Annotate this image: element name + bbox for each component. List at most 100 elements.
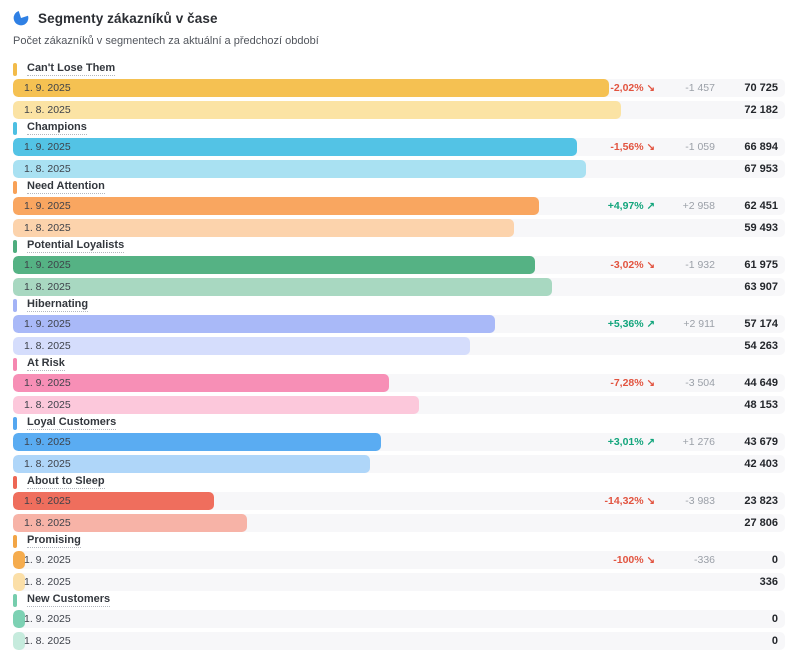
value-current: 66 894 xyxy=(744,141,778,153)
bar-row-current[interactable]: 1. 9. 2025 +5,36% ↗ +2 911 57 174 xyxy=(13,315,785,333)
value-previous: 27 806 xyxy=(744,517,778,529)
row-metrics: 54 263 xyxy=(559,337,785,355)
bar-date-label-current: 1. 9. 2025 xyxy=(24,377,71,389)
row-metrics: -2,02% ↘ -1 457 70 725 xyxy=(559,79,785,97)
bar-row-current[interactable]: 1. 9. 2025 -100% ↘ -336 0 xyxy=(13,551,785,569)
row-metrics: 48 153 xyxy=(559,396,785,414)
segment-name[interactable]: Loyal Customers xyxy=(27,416,117,430)
change-percent: -2,02% ↘ xyxy=(610,82,655,94)
change-percent: -1,56% ↘ xyxy=(610,141,655,153)
segment-name[interactable]: New Customers xyxy=(27,593,111,607)
segment-color-pill xyxy=(13,298,17,312)
segment-block: At Risk 1. 9. 2025 -7,28% ↘ -3 504 44 649… xyxy=(13,357,785,414)
bar-current xyxy=(13,551,25,569)
value-previous: 48 153 xyxy=(744,399,778,411)
value-previous: 42 403 xyxy=(744,458,778,470)
segment-color-pill xyxy=(13,593,17,607)
value-current: 43 679 xyxy=(744,436,778,448)
bar-date-label-previous: 1. 8. 2025 xyxy=(24,104,71,116)
row-metrics: 0 xyxy=(559,610,785,628)
bar-row-current[interactable]: 1. 9. 2025 +3,01% ↗ +1 276 43 679 xyxy=(13,433,785,451)
segment-block: New Customers 1. 9. 2025 0 1. 8. 2025 0 xyxy=(13,593,785,650)
bar-date-label-previous: 1. 8. 2025 xyxy=(24,399,71,411)
segment-header: Potential Loyalists xyxy=(13,239,785,253)
change-absolute: +2 958 xyxy=(682,200,715,212)
bar-previous xyxy=(13,337,471,355)
change-percent: +4,97% ↗ xyxy=(607,200,655,212)
change-percent: +3,01% ↗ xyxy=(607,436,655,448)
segment-block: Promising 1. 9. 2025 -100% ↘ -336 0 1. 8.… xyxy=(13,534,785,591)
row-metrics: -100% ↘ -336 0 xyxy=(559,551,785,569)
value-previous: 54 263 xyxy=(744,340,778,352)
segment-header: Champions xyxy=(13,121,785,135)
bar-row-current[interactable]: 1. 9. 2025 -2,02% ↘ -1 457 70 725 xyxy=(13,79,785,97)
segments-card: Segmenty zákazníků v čase Počet zákazník… xyxy=(0,0,800,650)
bar-row-previous[interactable]: 1. 8. 2025 63 907 xyxy=(13,278,785,296)
bar-row-previous[interactable]: 1. 8. 2025 59 493 xyxy=(13,219,785,237)
value-current: 70 725 xyxy=(744,82,778,94)
segment-name[interactable]: Potential Loyalists xyxy=(27,239,125,253)
bar-row-previous[interactable]: 1. 8. 2025 336 xyxy=(13,573,785,591)
bar-previous xyxy=(13,396,419,414)
bar-current xyxy=(13,315,495,333)
value-previous: 0 xyxy=(771,635,778,647)
bar-date-label-previous: 1. 8. 2025 xyxy=(24,635,71,647)
segment-name[interactable]: At Risk xyxy=(27,357,65,371)
segment-header: About to Sleep xyxy=(13,475,785,489)
segment-header: Loyal Customers xyxy=(13,416,785,430)
row-metrics: 0 xyxy=(559,632,785,650)
segment-block: About to Sleep 1. 9. 2025 -14,32% ↘ -3 98… xyxy=(13,475,785,532)
row-metrics: -14,32% ↘ -3 983 23 823 xyxy=(559,492,785,510)
segment-name[interactable]: Hibernating xyxy=(27,298,89,312)
bar-date-label-previous: 1. 8. 2025 xyxy=(24,517,71,529)
bar-row-current[interactable]: 1. 9. 2025 -1,56% ↘ -1 059 66 894 xyxy=(13,138,785,156)
bar-row-current[interactable]: 1. 9. 2025 +4,97% ↗ +2 958 62 451 xyxy=(13,197,785,215)
segment-block: Need Attention 1. 9. 2025 +4,97% ↗ +2 958… xyxy=(13,180,785,237)
bar-row-previous[interactable]: 1. 8. 2025 48 153 xyxy=(13,396,785,414)
bar-row-current[interactable]: 1. 9. 2025 -14,32% ↘ -3 983 23 823 xyxy=(13,492,785,510)
segment-color-pill xyxy=(13,121,17,135)
bar-row-current[interactable]: 1. 9. 2025 -3,02% ↘ -1 932 61 975 xyxy=(13,256,785,274)
row-metrics: -1,56% ↘ -1 059 66 894 xyxy=(559,138,785,156)
value-current: 62 451 xyxy=(744,200,778,212)
segment-header: Promising xyxy=(13,534,785,548)
segment-name[interactable]: Champions xyxy=(27,121,87,135)
bar-row-previous[interactable]: 1. 8. 2025 72 182 xyxy=(13,101,785,119)
bar-date-label-current: 1. 9. 2025 xyxy=(24,318,71,330)
page-title: Segmenty zákazníků v čase xyxy=(38,10,218,26)
change-absolute: +2 911 xyxy=(683,318,715,330)
change-percent: -14,32% ↘ xyxy=(604,495,656,507)
value-current: 23 823 xyxy=(744,495,778,507)
bar-previous xyxy=(13,632,25,650)
row-metrics: 42 403 xyxy=(559,455,785,473)
bar-previous xyxy=(13,573,25,591)
pie-chart-icon xyxy=(13,10,29,26)
value-previous: 72 182 xyxy=(744,104,778,116)
bar-date-label-current: 1. 9. 2025 xyxy=(24,141,71,153)
segment-name[interactable]: Promising xyxy=(27,534,81,548)
value-previous: 63 907 xyxy=(744,281,778,293)
bar-row-current[interactable]: 1. 9. 2025 -7,28% ↘ -3 504 44 649 xyxy=(13,374,785,392)
bar-row-previous[interactable]: 1. 8. 2025 0 xyxy=(13,632,785,650)
row-metrics: +4,97% ↗ +2 958 62 451 xyxy=(559,197,785,215)
change-percent xyxy=(559,613,655,625)
bar-row-previous[interactable]: 1. 8. 2025 54 263 xyxy=(13,337,785,355)
change-absolute: -3 504 xyxy=(685,377,715,389)
row-metrics: -3,02% ↘ -1 932 61 975 xyxy=(559,256,785,274)
segment-name[interactable]: Can't Lose Them xyxy=(27,62,116,76)
bar-row-previous[interactable]: 1. 8. 2025 67 953 xyxy=(13,160,785,178)
segment-name[interactable]: About to Sleep xyxy=(27,475,105,489)
trend-arrow-icon: ↗ xyxy=(646,319,655,330)
bar-row-previous[interactable]: 1. 8. 2025 42 403 xyxy=(13,455,785,473)
row-metrics: +3,01% ↗ +1 276 43 679 xyxy=(559,433,785,451)
change-absolute: -336 xyxy=(693,554,715,566)
segment-name[interactable]: Need Attention xyxy=(27,180,105,194)
bar-date-label-previous: 1. 8. 2025 xyxy=(24,222,71,234)
change-percent: -7,28% ↘ xyxy=(610,377,655,389)
row-metrics: 59 493 xyxy=(559,219,785,237)
bar-date-label-current: 1. 9. 2025 xyxy=(24,436,71,448)
segment-header: Hibernating xyxy=(13,298,785,312)
bar-row-previous[interactable]: 1. 8. 2025 27 806 xyxy=(13,514,785,532)
segment-header: New Customers xyxy=(13,593,785,607)
bar-row-current[interactable]: 1. 9. 2025 0 xyxy=(13,610,785,628)
